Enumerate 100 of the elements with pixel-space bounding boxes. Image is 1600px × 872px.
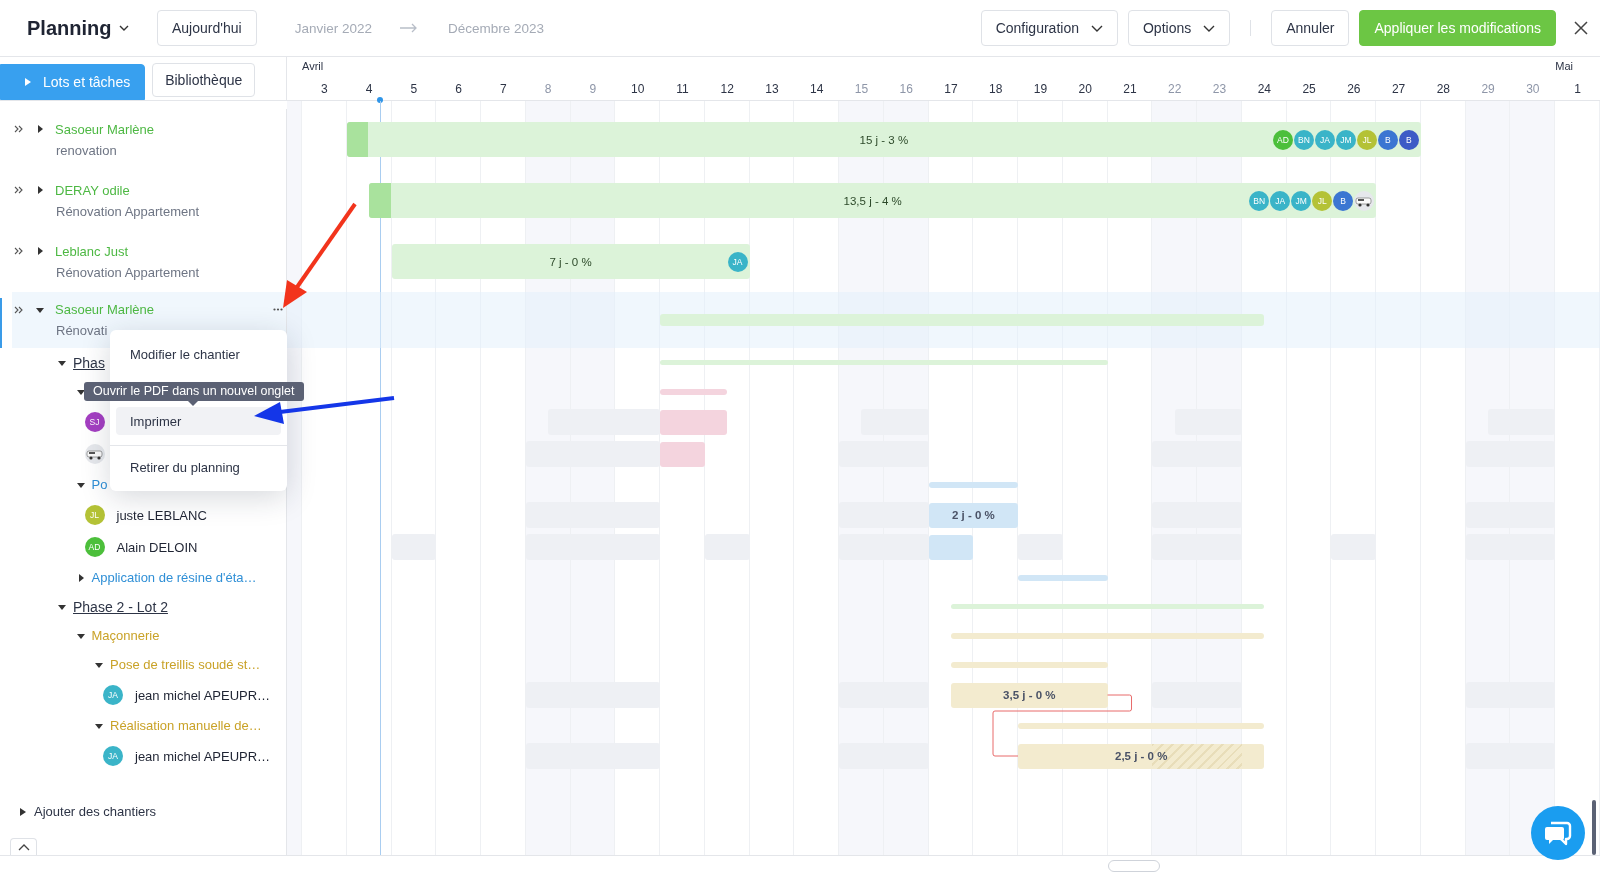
caret-icon[interactable] [76,573,85,582]
day-label: 7 [499,82,508,96]
cancel-button[interactable]: Annuler [1271,10,1350,46]
chevron-up-icon [17,843,30,851]
avatar: JA [1314,129,1335,150]
day-label: 6 [454,82,463,96]
task-bar[interactable]: 2,5 j - 0 % [1018,743,1265,769]
dropdown-button[interactable]: Options [1127,10,1231,46]
chevron-down-icon[interactable] [119,25,130,31]
day-label: 13 [764,82,780,96]
close-icon[interactable] [1574,21,1588,35]
avatar: JM [1291,190,1312,211]
arrow-right-icon [399,23,418,33]
menu-item[interactable]: Retirer du planning [116,453,281,481]
day-label: 16 [898,82,914,96]
tab[interactable]: Bibliothèque [152,63,256,97]
resource-name: juste LEBLANC [116,507,207,523]
avatar: BN [1249,190,1270,211]
avatar: JA [103,685,123,705]
day-label: 20 [1077,82,1093,96]
caret-icon[interactable] [76,480,85,489]
day-label: 9 [588,82,598,96]
day-label: 23 [1211,82,1228,96]
task-bar[interactable]: 15 j - 3 % AD BN JA JM JL B B [346,122,1421,157]
day-label: 4 [364,82,374,96]
dropdown-button[interactable]: Configuration [980,10,1118,46]
task-bar[interactable]: 3,5 j - 0 % [951,682,1108,708]
caret-icon[interactable] [58,358,66,367]
day-label: 1 [1573,82,1582,96]
day-label: 22 [1167,82,1183,96]
day-label: 27 [1390,82,1407,96]
bar-label: 2 j - 0 % [951,509,995,521]
caret-icon[interactable] [36,186,44,194]
caret-icon[interactable] [36,305,44,314]
caret-icon[interactable] [36,125,44,133]
day-label: 25 [1301,82,1317,96]
month-label: Avril [302,60,324,72]
task-name[interactable]: Po [91,477,108,492]
day-label: 19 [1032,82,1049,96]
collapse-button[interactable] [10,838,37,855]
double-chevron-icon[interactable] [14,125,23,133]
day-label: 14 [809,82,825,96]
avatar: BN [1293,129,1314,150]
day-label: 18 [988,82,1004,96]
task-bar[interactable]: 13,5 j - 4 % BN JA JM JL B [369,183,1377,218]
more-icon[interactable] [273,308,283,311]
task-bar[interactable]: 2 j - 0 % [928,502,1019,528]
day-label: 11 [675,82,690,96]
double-chevron-icon[interactable] [14,305,23,314]
project-subtitle: renovation [55,142,118,158]
bar-label: 3,5 j - 0 % [1003,689,1056,701]
resource-name: jean michel APEUPR… [135,687,271,703]
task-name[interactable]: Application de résine d'éta… [91,570,257,585]
chevron-down-icon [1203,24,1216,32]
day-label: 15 [853,82,870,96]
scrollbar-thumb[interactable] [1592,800,1596,855]
caret-icon [25,78,31,86]
avatar: JA [1270,190,1291,211]
caret-icon[interactable] [95,660,103,669]
phase-name[interactable]: Phas [73,354,105,371]
phase-name[interactable]: Phase 2 - Lot 2 [73,598,168,615]
avatar: JL [1356,129,1377,150]
task-bar[interactable]: 7 j - 0 % JA [391,244,750,279]
caret-icon[interactable] [20,807,26,816]
add-projects-link[interactable]: Ajouter des chantiers [34,804,157,819]
bar-label: 2,5 j - 0 % [1115,750,1168,762]
month-label: Mai [1555,60,1573,72]
double-chevron-icon[interactable] [14,186,23,194]
day-label: 24 [1256,82,1272,96]
avatar: JL [84,505,105,525]
avatar: B [1333,190,1354,211]
caret-icon[interactable] [36,247,44,255]
chat-icon [1544,820,1572,846]
double-chevron-icon[interactable] [14,247,23,255]
day-label: 3 [320,82,329,96]
project-subtitle: Rénovati [55,323,109,338]
resource-name: jean michel APEUPR… [135,748,271,764]
scrollbar-thumb[interactable] [1108,860,1160,872]
today-button[interactable]: Aujourd'hui [157,10,257,46]
day-label: 5 [409,82,419,96]
day-label: 21 [1122,82,1138,96]
bar-label: 13,5 j - 4 % [843,194,902,207]
project-subtitle: Rénovation Appartement [55,203,201,219]
menu-item[interactable]: Imprimer [116,407,281,435]
day-label: 12 [719,82,735,96]
day-label: 8 [543,82,553,96]
avatar: B [1377,129,1398,150]
day-label: 10 [630,82,646,96]
caret-icon[interactable] [76,631,85,640]
chat-button[interactable] [1531,806,1585,860]
caret-icon[interactable] [58,602,66,611]
caret-icon[interactable] [95,721,103,730]
avatar: JA [103,746,123,766]
avatar: SJ [84,412,105,432]
bar-label: 7 j - 0 % [549,255,592,268]
caret-icon[interactable] [76,387,85,396]
avatar: B [1398,129,1419,150]
project-subtitle: Rénovation Appartement [55,264,201,280]
avatar: JM [1335,129,1356,150]
menu-item[interactable]: Modifier le chantier [116,340,281,368]
